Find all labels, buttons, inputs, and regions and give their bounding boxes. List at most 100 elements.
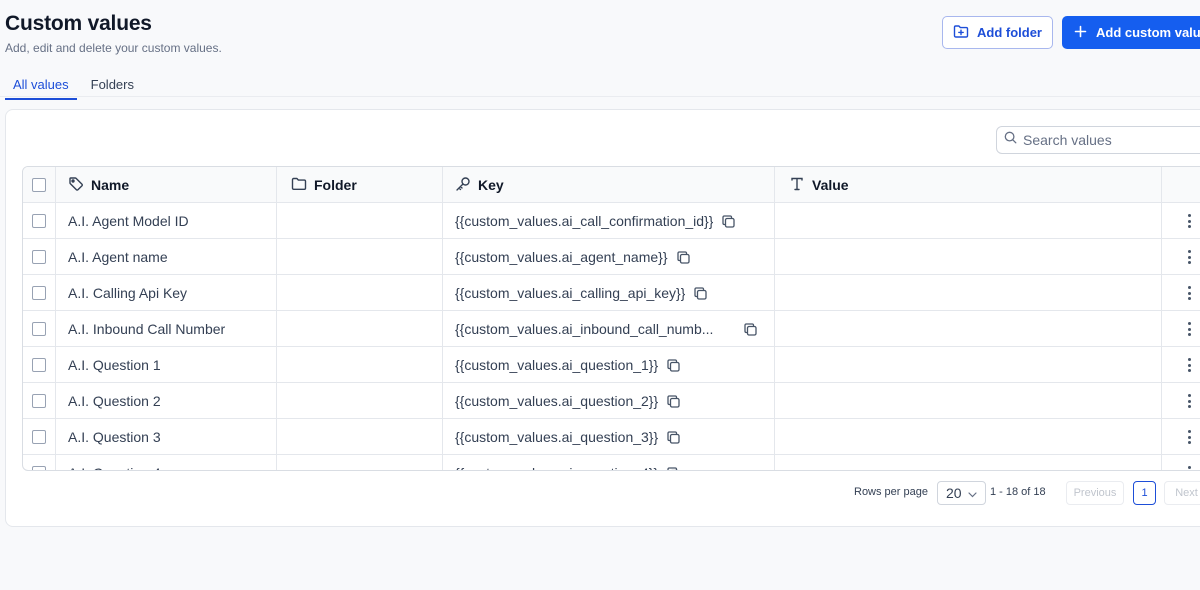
pagination-range: 1 - 18 of 18 xyxy=(990,486,1046,498)
column-header-value-label: Value xyxy=(812,177,849,193)
add-folder-label: Add folder xyxy=(977,25,1042,40)
more-options-icon[interactable] xyxy=(1184,246,1195,268)
row-select-cell xyxy=(23,455,55,470)
row-checkbox[interactable] xyxy=(32,430,46,444)
add-custom-value-label: Add custom value xyxy=(1096,25,1200,40)
folder-plus-icon xyxy=(953,24,969,42)
more-options-icon[interactable] xyxy=(1184,462,1195,470)
row-key-cell: {{custom_values.ai_question_4}} xyxy=(455,455,775,470)
rows-per-page-value: 20 xyxy=(946,485,962,501)
custom-values-page: Custom values Add, edit and delete your … xyxy=(0,0,1200,590)
row-actions-cell xyxy=(1174,203,1200,239)
page-number-button[interactable]: 1 xyxy=(1133,481,1156,505)
row-key-cell: {{custom_values.ai_call_confirmation_id}… xyxy=(455,203,775,239)
column-header-name-label: Name xyxy=(91,177,130,193)
row-key-cell: {{custom_values.ai_question_3}} xyxy=(455,419,775,455)
row-select-cell xyxy=(23,383,55,419)
custom-values-table: Name Folder Key Value A.I. Agent Model I… xyxy=(22,166,1200,471)
copy-icon[interactable] xyxy=(693,286,708,301)
row-name: A.I. Agent name xyxy=(68,249,168,265)
row-select-cell xyxy=(23,419,55,455)
row-key-cell: {{custom_values.ai_agent_name}} xyxy=(455,239,775,275)
next-page-button[interactable]: Next xyxy=(1164,481,1200,505)
copy-icon[interactable] xyxy=(666,466,681,470)
previous-page-button[interactable]: Previous xyxy=(1066,481,1124,505)
column-header-folder-label: Folder xyxy=(314,177,357,193)
table-row[interactable]: A.I. Question 4 {{custom_values.ai_questi… xyxy=(23,455,1200,470)
more-options-icon[interactable] xyxy=(1184,282,1195,304)
rows-per-page-label: Rows per page xyxy=(854,486,928,498)
row-checkbox[interactable] xyxy=(32,322,46,336)
page-title: Custom values xyxy=(5,12,152,35)
row-name: A.I. Question 3 xyxy=(68,429,161,445)
column-header-value[interactable]: Value xyxy=(789,167,849,203)
select-all-checkbox[interactable] xyxy=(32,178,46,192)
add-folder-button[interactable]: Add folder xyxy=(942,16,1053,49)
row-checkbox[interactable] xyxy=(32,394,46,408)
copy-icon[interactable] xyxy=(666,394,681,409)
row-key: {{custom_values.ai_question_4}} xyxy=(455,465,658,470)
text-type-icon xyxy=(789,176,805,195)
table-row[interactable]: A.I. Question 2 {{custom_values.ai_questi… xyxy=(23,383,1200,419)
row-checkbox[interactable] xyxy=(32,214,46,228)
table-header-row: Name Folder Key Value xyxy=(23,167,1200,203)
copy-icon[interactable] xyxy=(676,250,691,265)
search-icon xyxy=(1004,131,1017,149)
table-row[interactable]: A.I. Question 1 {{custom_values.ai_questi… xyxy=(23,347,1200,383)
more-options-icon[interactable] xyxy=(1184,354,1195,376)
table-row[interactable]: A.I. Question 3 {{custom_values.ai_questi… xyxy=(23,419,1200,455)
row-actions-cell xyxy=(1174,419,1200,455)
page-subtitle: Add, edit and delete your custom values. xyxy=(5,41,222,55)
folder-icon xyxy=(291,177,307,194)
row-name: A.I. Inbound Call Number xyxy=(68,321,226,337)
row-name: A.I. Question 2 xyxy=(68,393,161,409)
row-actions-cell xyxy=(1174,455,1200,470)
row-actions-cell xyxy=(1174,275,1200,311)
chevron-down-icon xyxy=(967,485,977,501)
row-select-cell xyxy=(23,239,55,275)
row-name: A.I. Agent Model ID xyxy=(68,213,189,229)
copy-icon[interactable] xyxy=(666,430,681,445)
row-checkbox[interactable] xyxy=(32,358,46,372)
search-box[interactable] xyxy=(996,126,1200,154)
row-select-cell xyxy=(23,203,55,239)
add-custom-value-button[interactable]: Add custom value xyxy=(1062,16,1200,49)
column-header-key-label: Key xyxy=(478,177,504,193)
search-input[interactable] xyxy=(1023,132,1200,148)
copy-icon[interactable] xyxy=(666,358,681,373)
table-row[interactable]: A.I. Agent Model ID {{custom_values.ai_ca… xyxy=(23,203,1200,239)
column-header-name[interactable]: Name xyxy=(68,167,268,203)
row-key-cell: {{custom_values.ai_question_2}} xyxy=(455,383,775,419)
pagination-bar: Rows per page 20 1 - 18 of 18 Previous 1… xyxy=(6,481,1200,505)
more-options-icon[interactable] xyxy=(1184,318,1195,340)
copy-icon[interactable] xyxy=(721,214,736,229)
row-key: {{custom_values.ai_inbound_call_numb... xyxy=(455,321,714,337)
column-header-key[interactable]: Key xyxy=(455,167,775,203)
row-checkbox[interactable] xyxy=(32,466,46,470)
column-header-folder[interactable]: Folder xyxy=(291,167,357,203)
copy-icon[interactable] xyxy=(743,322,758,337)
row-select-cell xyxy=(23,347,55,383)
row-actions-cell xyxy=(1174,311,1200,347)
rows-per-page-select[interactable]: 20 xyxy=(937,481,986,505)
tag-icon xyxy=(68,176,84,195)
row-actions-cell xyxy=(1174,239,1200,275)
row-checkbox[interactable] xyxy=(32,250,46,264)
row-actions-cell xyxy=(1174,347,1200,383)
table-row[interactable]: A.I. Agent name {{custom_values.ai_agent_… xyxy=(23,239,1200,275)
more-options-icon[interactable] xyxy=(1184,426,1195,448)
table-row[interactable]: A.I. Calling Api Key {{custom_values.ai_c… xyxy=(23,275,1200,311)
row-key: {{custom_values.ai_question_2}} xyxy=(455,393,659,409)
plus-icon xyxy=(1074,25,1087,41)
more-options-icon[interactable] xyxy=(1184,390,1195,412)
row-key-cell: {{custom_values.ai_calling_api_key}} xyxy=(455,275,775,311)
key-icon xyxy=(455,176,471,195)
row-checkbox[interactable] xyxy=(32,286,46,300)
table-row[interactable]: A.I. Inbound Call Number {{custom_values.… xyxy=(23,311,1200,347)
more-options-icon[interactable] xyxy=(1184,210,1195,232)
row-key: {{custom_values.ai_question_3}} xyxy=(455,429,659,445)
row-key-cell: {{custom_values.ai_question_1}} xyxy=(455,347,775,383)
select-all-cell xyxy=(23,167,55,203)
row-name: A.I. Calling Api Key xyxy=(68,285,188,301)
row-key: {{custom_values.ai_calling_api_key}} xyxy=(455,285,686,301)
